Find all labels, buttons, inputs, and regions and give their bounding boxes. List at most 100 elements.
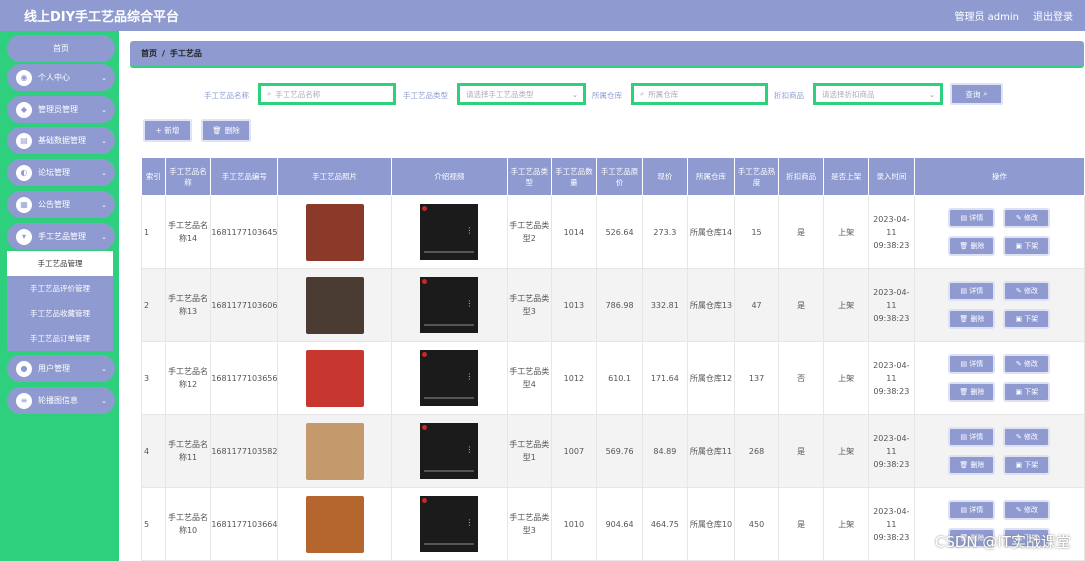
user-icon: ◉ xyxy=(16,69,32,86)
add-button[interactable]: + 新增 xyxy=(143,119,192,142)
delete-button[interactable]: 🗑 删除 xyxy=(948,455,996,475)
record-icon xyxy=(422,498,428,503)
submenu-item[interactable]: 手工艺品管理 xyxy=(7,251,113,276)
cell-orig: 526.64 xyxy=(596,195,643,269)
intro-video[interactable]: ⋮ xyxy=(420,496,479,552)
video-progress[interactable] xyxy=(424,397,475,399)
chevron-down-icon: ⌄ xyxy=(101,168,107,177)
more-icon: ⋮ xyxy=(465,518,474,527)
detail-icon: ▤ xyxy=(960,213,970,222)
cell-price: 84.89 xyxy=(641,414,688,488)
admin-user[interactable]: 管理员 admin xyxy=(954,8,1019,23)
craft-photo[interactable] xyxy=(305,422,364,480)
cell-video: ⋮ xyxy=(390,487,508,561)
craft-icon: ▾ xyxy=(16,228,32,245)
cell-heat: 15 xyxy=(734,195,779,269)
database-icon: ▤ xyxy=(16,132,32,149)
chevron-down-icon: ⌄ xyxy=(101,232,107,241)
edit-button[interactable]: ✎ 修改 xyxy=(1003,427,1051,447)
type-select[interactable]: 请选择手工艺品类型 ⌄ xyxy=(457,83,586,105)
detail-button[interactable]: ▤ 详情 xyxy=(948,427,996,447)
cell-listed: 上架 xyxy=(823,268,869,342)
trash-icon: 🗑 xyxy=(959,387,971,396)
intro-video[interactable]: ⋮ xyxy=(420,350,479,406)
delete-button[interactable]: 🗑 删除 xyxy=(948,309,996,329)
name-search-input[interactable]: ⌕ 手工艺品名称 xyxy=(258,83,396,105)
sidebar-item-4[interactable]: ▦ 公告管理 ⌄ xyxy=(7,191,115,218)
detail-icon: ▤ xyxy=(960,505,970,514)
video-progress[interactable] xyxy=(424,470,475,472)
video-progress[interactable] xyxy=(424,251,475,253)
edit-button[interactable]: ✎ 修改 xyxy=(1003,354,1051,374)
submenu-item[interactable]: 手工艺品收藏管理 xyxy=(7,301,113,326)
sidebar-item-label: 用户管理 xyxy=(38,364,70,373)
delete-button[interactable]: 🗑 删除 xyxy=(948,382,996,402)
craft-photo[interactable] xyxy=(305,495,364,553)
cell-photo xyxy=(277,195,392,269)
edit-button[interactable]: ✎ 修改 xyxy=(1003,208,1051,228)
offshelf-icon: ▣ xyxy=(1015,387,1025,396)
chevron-down-icon: ⌄ xyxy=(571,89,578,99)
intro-video[interactable]: ⋮ xyxy=(420,204,479,260)
video-progress[interactable] xyxy=(424,543,475,545)
edit-button[interactable]: ✎ 修改 xyxy=(1003,281,1051,301)
batch-delete-button[interactable]: 🗑 删除 xyxy=(201,119,251,142)
trash-icon: 🗑 xyxy=(959,460,971,469)
discount-select[interactable]: 请选择折扣商品 ⌄ xyxy=(813,83,943,105)
breadcrumb-home[interactable]: 首页 xyxy=(141,48,157,59)
cell-discount: 是 xyxy=(777,414,825,488)
detail-button[interactable]: ▤ 详情 xyxy=(948,500,996,520)
offshelf-button[interactable]: ▣ 下架 xyxy=(1003,236,1051,256)
sidebar-item-6[interactable]: ● 用户管理 ⌄ xyxy=(7,355,115,382)
cell-index: 5 xyxy=(141,487,166,561)
chevron-down-icon: ⌄ xyxy=(101,105,107,114)
cell-orig: 786.98 xyxy=(596,268,643,342)
cell-video: ⋮ xyxy=(390,195,508,269)
sidebar-item-home[interactable]: 首页 xyxy=(7,35,115,62)
column-header: 索引 xyxy=(141,157,166,196)
sidebar-item-7[interactable]: ≡ 轮播图信息 ⌄ xyxy=(7,387,115,414)
cell-qty: 1012 xyxy=(550,341,598,415)
intro-video[interactable]: ⋮ xyxy=(420,423,479,479)
sidebar-item-1[interactable]: ◆ 管理员管理 ⌄ xyxy=(7,96,115,123)
cell-discount: 是 xyxy=(777,195,825,269)
cell-wh: 所属仓库10 xyxy=(686,487,736,561)
table-row: 4 手工艺品名称11 1681177103582 ⋮ 手工艺品类型1 1007 569.76… xyxy=(141,414,1085,488)
edit-button[interactable]: ✎ 修改 xyxy=(1003,500,1051,520)
sidebar-item-3[interactable]: ◐ 论坛管理 ⌄ xyxy=(7,159,115,186)
delete-button[interactable]: 🗑 删除 xyxy=(948,236,996,256)
edit-icon: ✎ xyxy=(1015,505,1024,514)
cell-video: ⋮ xyxy=(390,414,508,488)
craft-photo[interactable] xyxy=(305,203,364,261)
cell-listed: 上架 xyxy=(823,487,869,561)
submenu-item[interactable]: 手工艺品订单管理 xyxy=(7,326,113,351)
submenu-item[interactable]: 手工艺品评价管理 xyxy=(7,276,113,301)
cell-type: 手工艺品类型3 xyxy=(506,487,552,561)
table-header-row: 索引 手工艺品名称 手工艺品编号 手工艺品照片 介绍视频 手工艺品类型 手工艺品数量 手工艺品… xyxy=(141,157,1085,196)
offshelf-icon: ▣ xyxy=(1015,314,1025,323)
sidebar-item-0[interactable]: ◉ 个人中心 ⌄ xyxy=(7,64,115,91)
sidebar-item-label: 个人中心 xyxy=(38,73,70,82)
detail-button[interactable]: ▤ 详情 xyxy=(948,354,996,374)
video-progress[interactable] xyxy=(424,324,475,326)
cell-code: 1681177103664 xyxy=(210,487,279,561)
craft-photo[interactable] xyxy=(305,349,364,407)
intro-video[interactable]: ⋮ xyxy=(420,277,479,333)
offshelf-button[interactable]: ▣ 下架 xyxy=(1003,455,1051,475)
detail-button[interactable]: ▤ 详情 xyxy=(948,281,996,301)
warehouse-search-input[interactable]: ⌕ 所属仓库 xyxy=(631,83,768,105)
offshelf-button[interactable]: ▣ 下架 xyxy=(1003,382,1051,402)
notice-icon: ▦ xyxy=(16,196,32,213)
column-header: 手工艺品类型 xyxy=(506,157,552,196)
logout-link[interactable]: 退出登录 xyxy=(1033,8,1073,23)
sidebar-item-5[interactable]: ▾ 手工艺品管理 ⌄ xyxy=(7,223,115,250)
edit-icon: ✎ xyxy=(1015,286,1024,295)
query-button[interactable]: 查询 ⌕ xyxy=(950,83,1003,105)
craft-photo[interactable] xyxy=(305,276,364,334)
cell-heat: 450 xyxy=(734,487,779,561)
cell-wh: 所属仓库13 xyxy=(686,268,736,342)
sidebar-item-2[interactable]: ▤ 基础数据管理 ⌄ xyxy=(7,127,115,154)
cell-wh: 所属仓库14 xyxy=(686,195,736,269)
offshelf-button[interactable]: ▣ 下架 xyxy=(1003,309,1051,329)
detail-button[interactable]: ▤ 详情 xyxy=(948,208,996,228)
